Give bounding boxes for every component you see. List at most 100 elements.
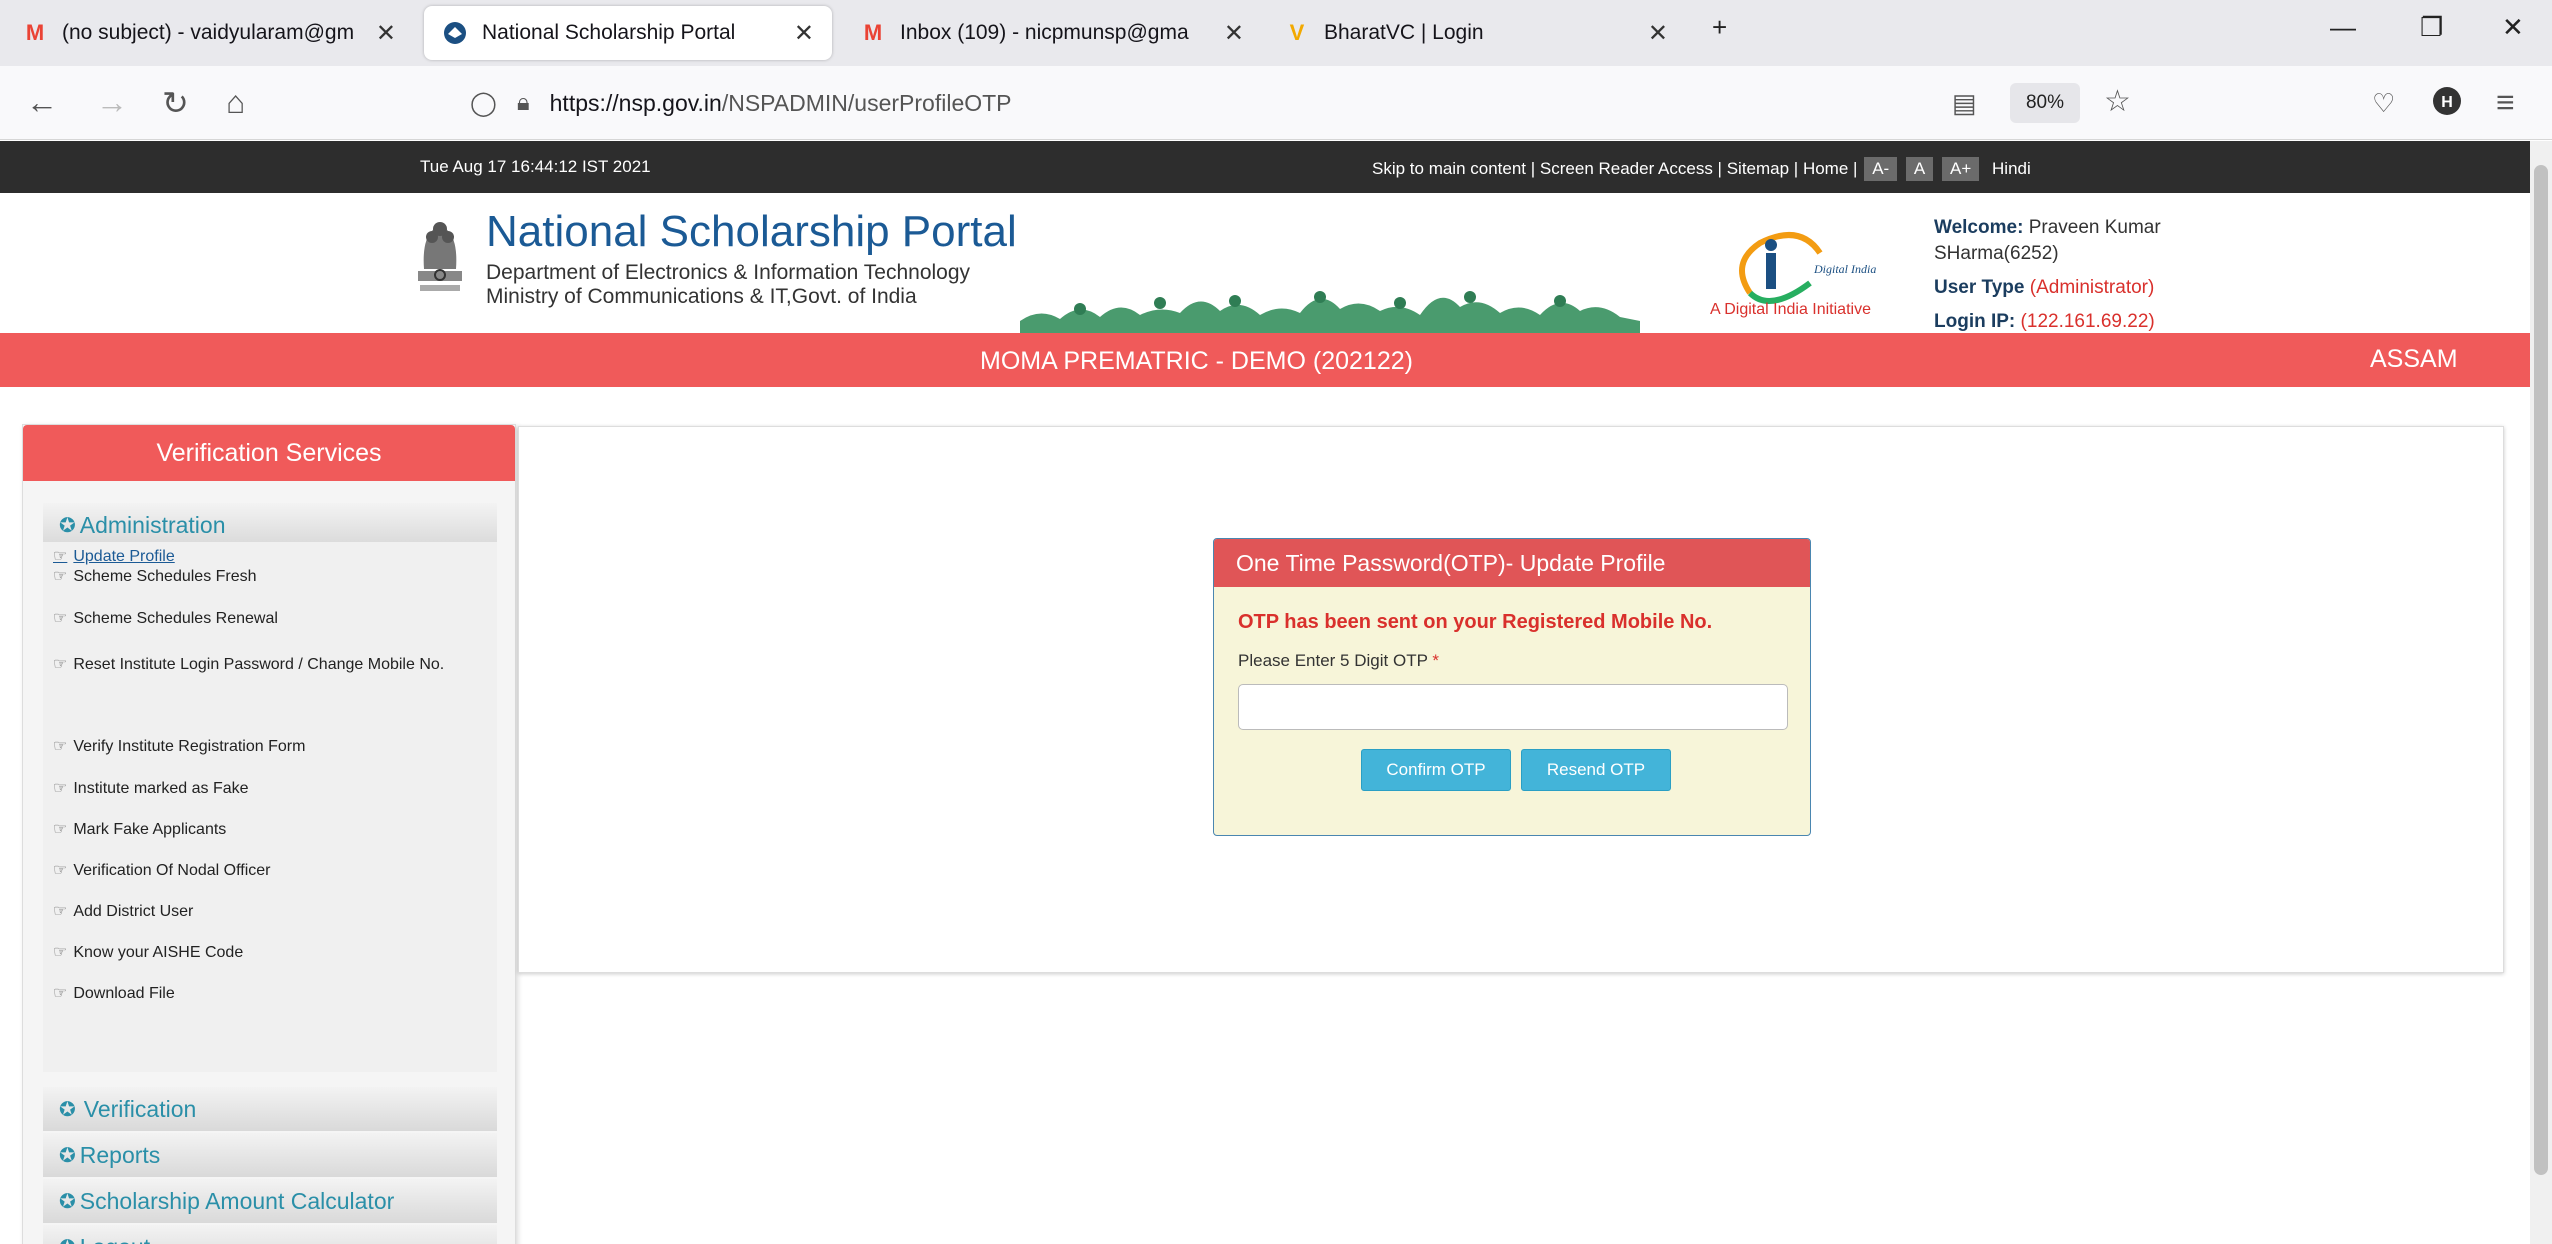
- tab-gmail-2[interactable]: M Inbox (109) - nicpmunsp@gma ✕: [842, 6, 1262, 60]
- portal-subtitle: Department of Electronics & Information …: [486, 261, 970, 309]
- sitemap-link[interactable]: Sitemap: [1727, 159, 1789, 178]
- confirm-otp-button[interactable]: Confirm OTP: [1361, 749, 1511, 791]
- bharatvc-icon: V: [1289, 20, 1305, 45]
- sidebar-section-reports[interactable]: ✪ Reports: [43, 1133, 497, 1177]
- state-name: ASSAM: [2370, 345, 2458, 373]
- sidebar-item-mark-fake-applicants[interactable]: ☞ Mark Fake Applicants: [53, 818, 493, 842]
- students-banner-image: [1020, 271, 1640, 333]
- department-name: Department of Electronics & Information …: [486, 261, 971, 284]
- sidebar-item-download-file[interactable]: ☞ Download File: [53, 982, 493, 1006]
- screen-reader-link[interactable]: Screen Reader Access: [1540, 159, 1713, 178]
- lock-icon[interactable]: 🔒︎: [517, 89, 530, 117]
- expand-icon: ✪: [59, 514, 76, 537]
- new-tab-button[interactable]: +: [1712, 12, 1727, 43]
- sidebar-item-verification-nodal-officer[interactable]: ☞ Verification Of Nodal Officer: [53, 859, 493, 883]
- url-path: /NSPADMIN/userProfileOTP: [721, 89, 1012, 116]
- home-link[interactable]: Home: [1803, 159, 1848, 178]
- tab-gmail-1[interactable]: M (no subject) - vaidyularam@gm ✕: [4, 6, 414, 60]
- menu-icon[interactable]: ≡: [2496, 84, 2515, 121]
- gmail-icon: M: [25, 20, 45, 45]
- resend-otp-button[interactable]: Resend OTP: [1521, 749, 1671, 791]
- sidebar: Verification Services ✪ Administration ☞ U…: [22, 424, 516, 1244]
- tab-bharatvc[interactable]: V BharatVC | Login ✕: [1266, 6, 1686, 60]
- pointing-hand-icon: ☞: [53, 985, 68, 1002]
- pointing-hand-icon: ☞: [53, 610, 68, 627]
- address-bar[interactable]: ◯ 🔒︎ https://nsp.gov.in/NSPADMIN/userPro…: [470, 76, 2170, 130]
- hindi-link[interactable]: Hindi: [1992, 159, 2031, 178]
- expand-icon: ✪: [59, 1190, 76, 1213]
- sidebar-item-verify-institute-registration[interactable]: ☞ Verify Institute Registration Form: [53, 735, 493, 759]
- close-icon[interactable]: ✕: [376, 19, 396, 48]
- pointing-hand-icon: ☞: [53, 548, 68, 565]
- digital-india-logo: Digital India A Digital India Initiative: [1710, 223, 1890, 323]
- close-icon[interactable]: ✕: [1648, 19, 1668, 48]
- sidebar-section-logout[interactable]: ✪Logout: [43, 1225, 497, 1244]
- site-header: National Scholarship Portal Department o…: [0, 193, 2530, 333]
- sidebar-section-administration[interactable]: ✪ Administration: [43, 503, 497, 547]
- svg-text:Digital India: Digital India: [1813, 262, 1876, 276]
- pointing-hand-icon: ☞: [53, 944, 68, 961]
- close-icon[interactable]: ✕: [1224, 19, 1244, 48]
- close-icon[interactable]: ✕: [794, 19, 814, 48]
- font-normal-button[interactable]: A: [1905, 157, 1934, 181]
- bookmark-star-icon[interactable]: ☆: [2104, 84, 2131, 119]
- pointing-hand-icon: ☞: [53, 821, 68, 838]
- digital-india-tagline: A Digital India Initiative: [1710, 301, 1871, 318]
- otp-input[interactable]: [1238, 684, 1788, 730]
- scheme-bar: MOMA PREMATRIC - DEMO (202122) ASSAM: [0, 333, 2530, 387]
- scrollbar-thumb[interactable]: [2534, 165, 2548, 1175]
- home-icon[interactable]: ⌂: [226, 84, 245, 121]
- reload-icon[interactable]: ↻: [162, 84, 189, 122]
- sidebar-item-aishe-code[interactable]: ☞ Know your AISHE Code: [53, 941, 493, 965]
- pointing-hand-icon: ☞: [53, 862, 68, 879]
- reader-view-icon[interactable]: ▤: [1952, 88, 1977, 119]
- otp-dialog: One Time Password(OTP)- Update Profile O…: [1213, 538, 1811, 836]
- close-window-button[interactable]: ✕: [2502, 12, 2524, 43]
- minimize-button[interactable]: —: [2330, 12, 2356, 43]
- server-datetime: Tue Aug 17 16:44:12 IST 2021: [420, 157, 651, 176]
- pointing-hand-icon: ☞: [53, 568, 68, 585]
- page-scrollbar[interactable]: [2530, 141, 2552, 1244]
- tab-nsp[interactable]: National Scholarship Portal ✕: [424, 6, 832, 60]
- pointing-hand-icon: ☞: [53, 780, 68, 797]
- pointing-hand-icon: ☞: [53, 903, 68, 920]
- sidebar-heading: Verification Services: [23, 425, 515, 481]
- national-emblem-icon: [410, 211, 470, 301]
- sidebar-item-add-district-user[interactable]: ☞ Add District User: [53, 900, 493, 924]
- pocket-icon[interactable]: ♡: [2372, 88, 2395, 119]
- top-strip: Tue Aug 17 16:44:12 IST 2021 Skip to mai…: [0, 141, 2530, 193]
- shield-icon[interactable]: ◯: [470, 89, 497, 118]
- scheme-name: MOMA PREMATRIC - DEMO (202122): [980, 347, 1413, 375]
- account-icon[interactable]: H: [2432, 86, 2462, 124]
- expand-icon: ✪: [59, 1235, 76, 1244]
- ministry-name: Ministry of Communications & IT,Govt. of…: [486, 285, 917, 308]
- font-decrease-button[interactable]: A-: [1864, 157, 1898, 181]
- browser-nav-bar: ← → ↻ ⌂ ◯ 🔒︎ https://nsp.gov.in/NSPADMIN…: [0, 66, 2552, 140]
- accessibility-links: Skip to main content | Screen Reader Acc…: [1372, 157, 2031, 181]
- forward-icon[interactable]: →: [96, 84, 128, 121]
- pointing-hand-icon: ☞: [53, 656, 68, 673]
- user-name: SHarma(6252): [1934, 243, 2059, 264]
- sidebar-item-institute-marked-fake[interactable]: ☞ Institute marked as Fake: [53, 777, 493, 801]
- nsp-icon: [442, 20, 468, 46]
- sidebar-item-scheme-schedules-renewal[interactable]: ☞ Scheme Schedules Renewal: [53, 607, 493, 631]
- login-ip: (122.161.69.22): [2020, 311, 2155, 332]
- skip-link[interactable]: Skip to main content: [1372, 159, 1526, 178]
- user-type: (Administrator): [2029, 277, 2155, 298]
- gmail-icon: M: [863, 20, 883, 45]
- back-icon[interactable]: ←: [26, 84, 58, 121]
- zoom-level[interactable]: 80%: [2010, 83, 2080, 123]
- sidebar-section-verification[interactable]: ✪ Verification: [43, 1087, 497, 1131]
- expand-icon: ✪: [59, 1098, 76, 1121]
- restore-button[interactable]: ❐: [2420, 12, 2443, 43]
- sidebar-item-reset-institute-password[interactable]: ☞ Reset Institute Login Password / Change…: [53, 649, 483, 681]
- url-host: https://nsp.gov.in: [549, 89, 722, 116]
- required-mark: *: [1432, 651, 1439, 670]
- pointing-hand-icon: ☞: [53, 738, 68, 755]
- otp-sent-message: OTP has been sent on your Registered Mob…: [1238, 611, 1713, 633]
- sidebar-item-scheme-schedules-fresh[interactable]: ☞ Scheme Schedules Fresh: [53, 565, 493, 589]
- sidebar-section-calculator[interactable]: ✪ Scholarship Amount Calculator: [43, 1179, 497, 1223]
- browser-tab-bar: M (no subject) - vaidyularam@gm ✕ Nation…: [0, 0, 2552, 66]
- font-increase-button[interactable]: A+: [1942, 157, 1980, 181]
- otp-field-label: Please Enter 5 Digit OTP *: [1238, 651, 1439, 670]
